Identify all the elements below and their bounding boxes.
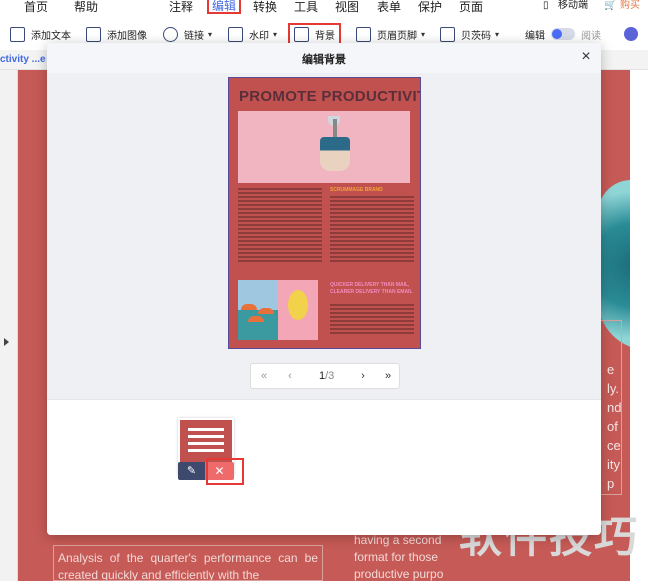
pagination: « ‹ 1/3 › » — [250, 363, 400, 389]
add-text-button[interactable]: 添加文本 — [10, 25, 71, 43]
header-footer-icon — [356, 26, 371, 42]
menu-view[interactable]: 视图 — [335, 0, 359, 14]
menu-edit[interactable]: 编辑 — [207, 0, 242, 14]
document-icon — [188, 428, 224, 458]
preview-orange-heading: SCRUMMAGE BRAND — [330, 187, 383, 193]
preview-title: PROMOTE PRODUCTIVITY — [239, 88, 421, 105]
mobile-icon[interactable]: ▯ — [543, 0, 549, 12]
preview-beach-image — [238, 280, 278, 340]
bates-icon — [440, 26, 455, 42]
menu-protect[interactable]: 保护 — [418, 0, 442, 14]
menu-bar: 首页 帮助 注释 编辑 转换 工具 视图 表单 保护 页面 ▯ 移动端 🛒 购买 — [0, 0, 648, 16]
delete-highlight-box — [206, 458, 244, 485]
page-indicator: 1/3 — [319, 370, 334, 382]
expand-panel-icon[interactable] — [4, 338, 9, 346]
bg-text-left: Analysis of the quarter's performance ca… — [53, 545, 323, 581]
menu-form[interactable]: 表单 — [377, 0, 401, 14]
watermark-label: 水印 — [249, 30, 269, 42]
menu-help[interactable]: 帮助 — [74, 0, 98, 14]
bg-text-fragment: ce — [607, 438, 621, 453]
cart-icon[interactable]: 🛒 — [604, 0, 616, 12]
add-text-label: 添加文本 — [31, 30, 71, 42]
dialog-header: 编辑背景 × — [47, 43, 601, 73]
menu-page[interactable]: 页面 — [459, 0, 483, 14]
menu-convert[interactable]: 转换 — [253, 0, 277, 14]
total-pages: /3 — [325, 370, 335, 382]
bg-text-right: having a second format for those product… — [354, 533, 444, 581]
preview-area: PROMOTE PRODUCTIVITY SCRUMMAGE BRAND QUI… — [47, 73, 601, 399]
watermark-icon — [228, 26, 243, 42]
chevron-down-icon: ▾ — [273, 29, 278, 39]
preview-pink-image — [278, 280, 318, 340]
preview-hero-image — [238, 111, 410, 183]
bg-text-fragment: p — [607, 476, 615, 491]
header-footer-button[interactable]: 页眉页脚 ▾ — [356, 25, 425, 43]
last-page-button[interactable]: » — [381, 369, 395, 383]
menu-annotate[interactable]: 注释 — [169, 0, 193, 14]
background-icon — [294, 26, 309, 42]
link-icon — [163, 26, 178, 42]
doc-tab[interactable]: ctivity ...e — [0, 54, 46, 65]
dialog-title: 编辑背景 — [302, 54, 346, 66]
preview-page: PROMOTE PRODUCTIVITY SCRUMMAGE BRAND QUI… — [228, 77, 421, 349]
preview-pink-heading: QUICKER DELIVERY THAN MAIL, CLEARER DELI… — [330, 282, 413, 295]
bates-button[interactable]: 贝茨码 ▾ — [440, 25, 499, 43]
chevron-down-icon: ▾ — [208, 29, 213, 39]
prev-page-button[interactable]: ‹ — [283, 369, 297, 383]
add-image-button[interactable]: 添加图像 — [86, 25, 147, 43]
edit-background-button[interactable]: ✎ — [178, 462, 205, 480]
chevron-down-icon: ▾ — [421, 29, 426, 39]
add-image-label: 添加图像 — [107, 30, 147, 42]
close-icon[interactable]: × — [577, 48, 595, 66]
link-button[interactable]: 链接 ▾ — [163, 25, 212, 43]
mode-toggle[interactable] — [551, 28, 575, 40]
link-label: 链接 — [184, 30, 204, 42]
menu-tools[interactable]: 工具 — [294, 0, 318, 14]
preview-body-text — [238, 188, 322, 264]
text-icon — [10, 26, 25, 42]
edit-mode-label: 编辑 — [525, 30, 545, 42]
bg-text-fragment: nd — [607, 400, 622, 415]
preview-body-text — [330, 196, 414, 264]
background-button[interactable]: 背景 — [288, 23, 341, 45]
edit-read-switch[interactable]: 编辑 阅读 — [525, 25, 601, 43]
edit-background-dialog: 编辑背景 × PROMOTE PRODUCTIVITY SCRUMMAGE BR… — [47, 43, 601, 535]
bg-text-fragment: of — [607, 419, 618, 434]
menu-mobile[interactable]: 移动端 — [558, 0, 588, 12]
bg-text-fragment: ly. — [607, 381, 620, 396]
header-footer-label: 页眉页脚 — [377, 30, 417, 42]
left-gutter — [0, 70, 18, 581]
bg-text-fragment: e — [607, 362, 615, 377]
chevron-down-icon: ▾ — [495, 29, 500, 39]
first-page-button[interactable]: « — [257, 369, 271, 383]
menu-home[interactable]: 首页 — [24, 0, 48, 14]
right-margin — [630, 70, 648, 581]
image-icon — [86, 26, 101, 42]
menu-buy[interactable]: 购买 — [620, 0, 640, 12]
read-mode-label: 阅读 — [581, 30, 601, 42]
background-list: ✎ ✕ — [47, 399, 601, 535]
next-page-button[interactable]: › — [356, 369, 370, 383]
settings-icon[interactable] — [624, 25, 638, 43]
watermark-button[interactable]: 水印 ▾ — [228, 25, 277, 43]
bates-label: 贝茨码 — [461, 30, 491, 42]
background-label: 背景 — [315, 30, 335, 42]
bg-text-fragment: ity — [607, 457, 620, 472]
preview-body-text — [330, 304, 414, 336]
